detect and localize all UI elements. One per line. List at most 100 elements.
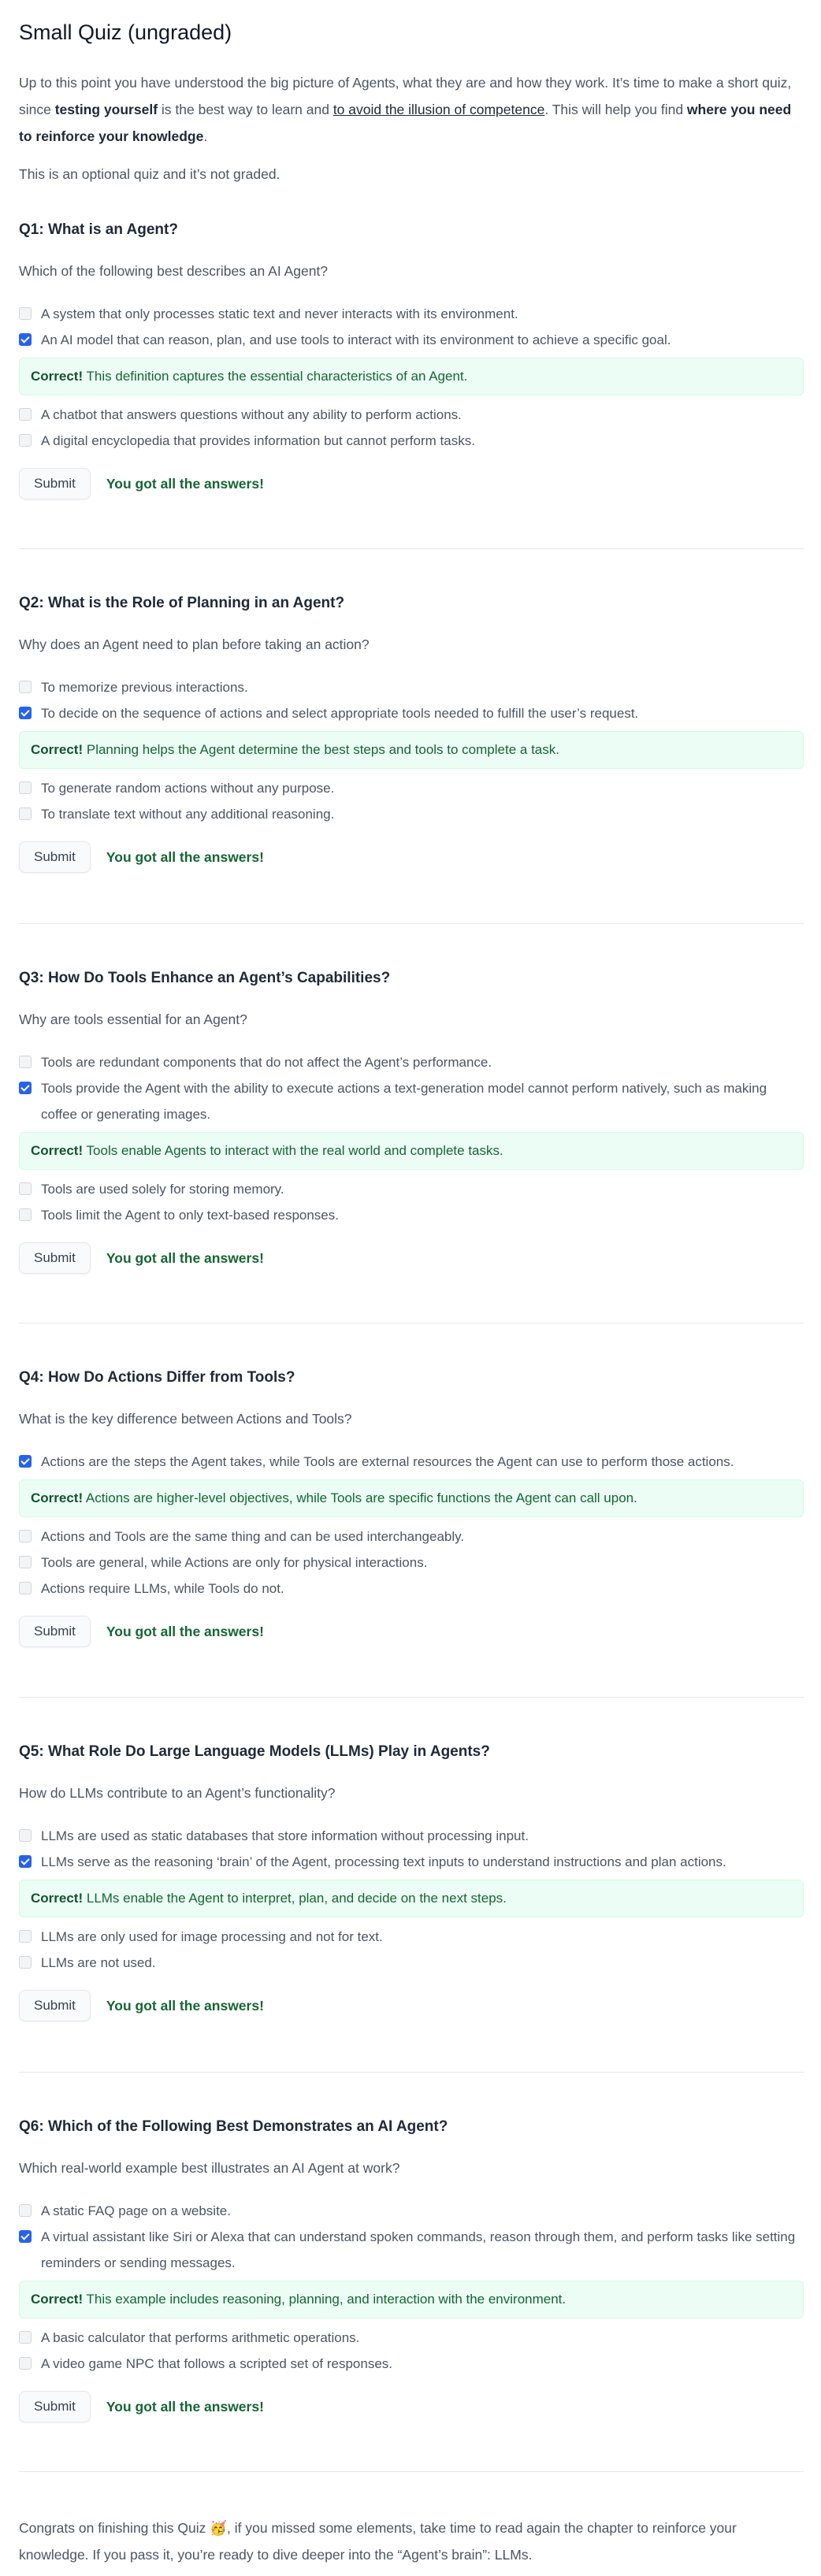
choice-item[interactable]: A digital encyclopedia that provides inf… <box>19 428 804 454</box>
intro-bold-1: testing yourself <box>54 102 158 117</box>
quiz-actions: Submit You got all the answers! <box>19 1616 804 1647</box>
checkbox[interactable] <box>19 1530 32 1542</box>
checkbox[interactable] <box>19 2204 32 2217</box>
choice-label: A virtual assistant like Siri or Alexa t… <box>41 2229 796 2270</box>
checkbox[interactable] <box>19 681 32 693</box>
submit-button[interactable]: Submit <box>19 1616 91 1647</box>
quiz-q4: Q4: How Do Actions Differ from Tools? Wh… <box>19 1365 804 1647</box>
choice-item[interactable]: Actions require LLMs, while Tools do not… <box>19 1576 804 1602</box>
choice-item[interactable]: LLMs serve as the reasoning ‘brain’ of t… <box>19 1849 804 1875</box>
choice-item[interactable]: Tools are used solely for storing memory… <box>19 1176 804 1202</box>
choice-item[interactable]: LLMs are only used for image processing … <box>19 1924 804 1950</box>
choice-item[interactable]: A static FAQ page on a website. <box>19 2198 804 2224</box>
submit-button[interactable]: Submit <box>19 841 91 873</box>
choice-label: A system that only processes static text… <box>41 306 518 321</box>
checkbox[interactable] <box>19 781 32 794</box>
choice-label: Tools are general, while Actions are onl… <box>41 1555 428 1570</box>
checkbox[interactable] <box>19 1930 32 1943</box>
choice-list: A static FAQ page on a website. A virtua… <box>19 2198 804 2377</box>
feedback-text: Planning helps the Agent determine the b… <box>86 742 559 757</box>
choice-label: Tools provide the Agent with the ability… <box>41 1081 767 1122</box>
choice-list: Actions are the steps the Agent takes, w… <box>19 1449 804 1602</box>
choice-item[interactable]: An AI model that can reason, plan, and u… <box>19 327 804 353</box>
checkbox-checked[interactable] <box>19 1855 32 1868</box>
choice-item[interactable]: A chatbot that answers questions without… <box>19 402 804 428</box>
choice-label: A static FAQ page on a website. <box>41 2203 231 2218</box>
choice-label: Actions and Tools are the same thing and… <box>41 1529 465 1544</box>
feedback-correct: Correct! Tools enable Agents to interact… <box>19 1132 804 1170</box>
feedback-text: LLMs enable the Agent to interpret, plan… <box>86 1891 507 1906</box>
question-title: Q6: Which of the Following Best Demonstr… <box>19 2118 448 2135</box>
checkbox-checked[interactable] <box>19 1082 32 1094</box>
divider <box>19 923 804 924</box>
choice-label: LLMs are not used. <box>41 1955 156 1970</box>
feedback-text: This definition captures the essential c… <box>86 369 468 384</box>
choice-item[interactable]: Tools are general, while Actions are onl… <box>19 1550 804 1576</box>
choice-item[interactable]: Tools are redundant components that do n… <box>19 1049 804 1075</box>
checkbox[interactable] <box>19 434 32 447</box>
choice-label: Tools are used solely for storing memory… <box>41 1182 284 1197</box>
question-title: Q2: What is the Role of Planning in an A… <box>19 595 345 611</box>
correct-label: Correct! <box>31 1143 84 1158</box>
divider <box>19 2471 804 2472</box>
choice-item[interactable]: Actions are the steps the Agent takes, w… <box>19 1449 804 1475</box>
checkbox[interactable] <box>19 408 32 421</box>
choice-item[interactable]: Tools limit the Agent to only text-based… <box>19 1202 804 1228</box>
checkbox[interactable] <box>19 2331 32 2344</box>
choice-item[interactable]: LLMs are not used. <box>19 1950 804 1976</box>
feedback-text: This example includes reasoning, plannin… <box>86 2292 567 2307</box>
feedback-correct: Correct! Planning helps the Agent determ… <box>19 731 804 769</box>
divider <box>19 548 804 549</box>
checkbox[interactable] <box>19 1556 32 1568</box>
choice-item[interactable]: Tools provide the Agent with the ability… <box>19 1075 804 1127</box>
divider <box>19 2072 804 2073</box>
question-title: Q1: What is an Agent? <box>19 221 178 238</box>
checkbox-checked[interactable] <box>19 2230 32 2243</box>
intro-underline: to avoid the illusion of competence <box>332 102 545 117</box>
choice-item[interactable]: To generate random actions without any p… <box>19 775 804 801</box>
checkbox[interactable] <box>19 1056 32 1068</box>
question-text: What is the key difference between Actio… <box>19 1411 352 1427</box>
correct-label: Correct! <box>31 1891 84 1906</box>
choice-list: LLMs are used as static databases that s… <box>19 1823 804 1976</box>
choice-item[interactable]: LLMs are used as static databases that s… <box>19 1823 804 1849</box>
choice-item[interactable]: A video game NPC that follows a scripted… <box>19 2351 804 2377</box>
checkbox-checked[interactable] <box>19 1455 32 1468</box>
checkbox[interactable] <box>19 307 32 320</box>
choice-item[interactable]: A virtual assistant like Siri or Alexa t… <box>19 2224 804 2276</box>
choice-label: A digital encyclopedia that provides inf… <box>41 433 475 448</box>
choice-label: To translate text without any additional… <box>41 807 335 822</box>
choice-label: LLMs serve as the reasoning ‘brain’ of t… <box>41 1854 726 1869</box>
checkbox[interactable] <box>19 807 32 820</box>
choice-label: LLMs are used as static databases that s… <box>41 1828 529 1843</box>
intro-text-3: . This will help you find <box>544 102 687 117</box>
correct-label: Correct! <box>31 742 84 757</box>
question-title: Q4: How Do Actions Differ from Tools? <box>19 1369 295 1386</box>
result-message: You got all the answers! <box>106 1623 264 1639</box>
correct-label: Correct! <box>31 2292 84 2307</box>
choice-item[interactable]: Actions and Tools are the same thing and… <box>19 1524 804 1550</box>
quiz-actions: Submit You got all the answers! <box>19 841 804 873</box>
checkbox[interactable] <box>19 1208 32 1221</box>
checkbox[interactable] <box>19 1582 32 1594</box>
submit-button[interactable]: Submit <box>19 1242 91 1274</box>
choice-label: Tools limit the Agent to only text-based… <box>41 1208 339 1223</box>
submit-button[interactable]: Submit <box>19 2391 91 2422</box>
choice-label: LLMs are only used for image processing … <box>41 1929 383 1944</box>
checkbox[interactable] <box>19 1829 32 1842</box>
checkbox[interactable] <box>19 2357 32 2370</box>
checkbox-checked[interactable] <box>19 333 32 346</box>
checkbox[interactable] <box>19 1956 32 1969</box>
choice-item[interactable]: To memorize previous interactions. <box>19 674 804 700</box>
choice-item[interactable]: A system that only processes static text… <box>19 301 804 327</box>
choice-item[interactable]: To decide on the sequence of actions and… <box>19 700 804 726</box>
quiz-q5: Q5: What Role Do Large Language Models (… <box>19 1739 804 2021</box>
submit-button[interactable]: Submit <box>19 1990 91 2021</box>
submit-button[interactable]: Submit <box>19 468 91 499</box>
choice-item[interactable]: A basic calculator that performs arithme… <box>19 2325 804 2351</box>
choice-item[interactable]: To translate text without any additional… <box>19 801 804 827</box>
checkbox[interactable] <box>19 1182 32 1195</box>
checkbox-checked[interactable] <box>19 707 32 719</box>
intro-paragraph: Up to this point you have understood the… <box>19 69 804 150</box>
quiz-actions: Submit You got all the answers! <box>19 1990 804 2021</box>
